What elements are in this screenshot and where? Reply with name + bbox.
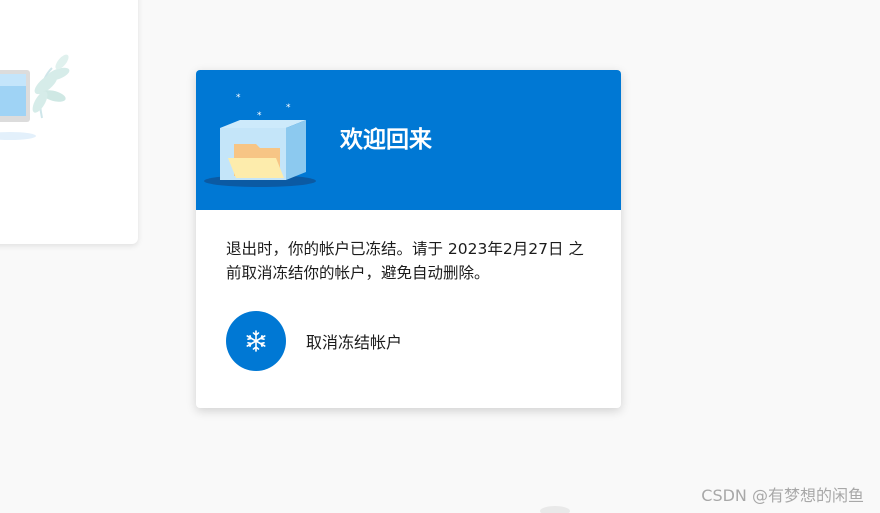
card-title: 欢迎回来 (340, 127, 432, 153)
svg-text:*: * (257, 111, 262, 121)
card-body: 退出时，你的帐户已冻结。请于 2023年2月27日 之前取消冻结你的帐户，避免自… (196, 210, 621, 371)
unfreeze-account-button[interactable]: 取消冻结帐户 (226, 311, 591, 371)
watermark: CSDN @有梦想的闲鱼 (701, 486, 864, 505)
svg-text:*: * (236, 93, 241, 103)
page: * * * 欢迎回来 退出时，你的帐户已冻结。请于 2023年2月27日 之前取… (0, 0, 880, 513)
unfreeze-account-label[interactable]: 取消冻结帐户 (306, 329, 402, 353)
snowflake-icon[interactable] (226, 311, 286, 371)
decorative-shape (540, 506, 570, 513)
freeze-message: 退出时，你的帐户已冻结。请于 2023年2月27日 之前取消冻结你的帐户，避免自… (226, 240, 584, 282)
snowflake-glyph (246, 330, 266, 352)
svg-text:*: * (286, 103, 291, 113)
frozen-folder-illustration-icon: * * * (204, 93, 316, 187)
welcome-back-card: * * * 欢迎回来 退出时，你的帐户已冻结。请于 2023年2月27日 之前取… (196, 70, 621, 408)
laptop-plant-illustration-icon (0, 54, 70, 140)
previous-card (0, 0, 138, 244)
card-header: * * * 欢迎回来 (196, 70, 621, 210)
